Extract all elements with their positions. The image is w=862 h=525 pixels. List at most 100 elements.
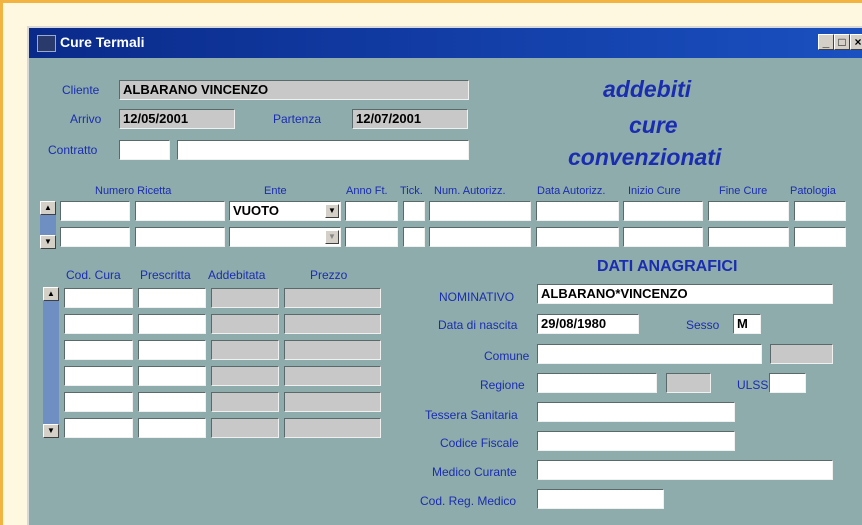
- chevron-down-icon[interactable]: ▼: [325, 204, 339, 218]
- comune-field[interactable]: [537, 344, 762, 364]
- contratto-code-field[interactable]: [119, 140, 170, 160]
- inizio-cure-field[interactable]: [623, 201, 703, 221]
- inizio-cure-field[interactable]: [623, 227, 703, 247]
- app-icon: [37, 35, 56, 52]
- ricetta-num-b[interactable]: [135, 227, 225, 247]
- prescritta-field[interactable]: [138, 366, 206, 386]
- scroll-up-icon[interactable]: ▲: [40, 201, 56, 215]
- num-autorizz-field[interactable]: [429, 201, 531, 221]
- col-cod-cura: Cod. Cura: [66, 268, 121, 282]
- ricette-scrollbar[interactable]: ▲ ▼: [40, 201, 56, 249]
- nominativo-field[interactable]: ALBARANO*VINCENZO: [537, 284, 833, 304]
- ulss-label: ULSS: [737, 378, 769, 392]
- cod-cura-field[interactable]: [64, 288, 133, 308]
- col-prescritta: Prescritta: [140, 268, 191, 282]
- tick-field[interactable]: [403, 227, 425, 247]
- ricetta-num-a[interactable]: [60, 201, 130, 221]
- prescritta-field[interactable]: [138, 340, 206, 360]
- chevron-down-icon[interactable]: ▼: [325, 230, 339, 244]
- fine-cure-field[interactable]: [708, 227, 789, 247]
- medico-curante-label: Medico Curante: [432, 465, 517, 479]
- prezzo-field[interactable]: [284, 392, 381, 412]
- anno-ft-field[interactable]: [345, 201, 398, 221]
- cliente-field[interactable]: ALBARANO VINCENZO: [119, 80, 469, 100]
- col-numero-ricetta: Numero Ricetta: [95, 185, 172, 197]
- data-nascita-label: Data di nascita: [438, 318, 518, 332]
- col-num-autorizz: Num. Autorizz.: [434, 185, 506, 197]
- cod-cura-field[interactable]: [64, 392, 133, 412]
- prescritta-field[interactable]: [138, 314, 206, 334]
- cod-reg-medico-label: Cod. Reg. Medico: [420, 494, 517, 508]
- cure-scrollbar[interactable]: ▲ ▼: [43, 287, 59, 438]
- tessera-label: Tessera Sanitaria: [425, 408, 518, 422]
- ricetta-num-a[interactable]: [60, 227, 130, 247]
- partenza-field[interactable]: 12/07/2001: [352, 109, 468, 129]
- regione-field[interactable]: [537, 373, 657, 393]
- col-data-autorizz: Data Autorizz.: [537, 185, 606, 197]
- banner-line-1: addebiti: [603, 76, 692, 102]
- col-patologia: Patologia: [790, 185, 836, 197]
- banner-line-3: convenzionati: [568, 144, 722, 170]
- data-autorizz-field[interactable]: [536, 227, 619, 247]
- addebitata-field[interactable]: [211, 366, 279, 386]
- regione-code-field[interactable]: [666, 373, 711, 393]
- comune-code-field[interactable]: [770, 344, 833, 364]
- col-fine-cure: Fine Cure: [719, 185, 768, 197]
- regione-label: Regione: [480, 378, 525, 392]
- anno-ft-field[interactable]: [345, 227, 398, 247]
- maximize-button[interactable]: □: [834, 34, 850, 50]
- addebitata-field[interactable]: [211, 314, 279, 334]
- addebitata-field[interactable]: [211, 392, 279, 412]
- addebitata-field[interactable]: [211, 418, 279, 438]
- prezzo-field[interactable]: [284, 340, 381, 360]
- prezzo-field[interactable]: [284, 314, 381, 334]
- col-anno-ft: Anno Ft.: [346, 185, 388, 197]
- scroll-up-icon[interactable]: ▲: [43, 287, 59, 301]
- cod-cura-field[interactable]: [64, 340, 133, 360]
- addebitata-field[interactable]: [211, 288, 279, 308]
- sesso-field[interactable]: M: [733, 314, 761, 334]
- partenza-label: Partenza: [273, 112, 322, 126]
- patologia-field[interactable]: [794, 227, 846, 247]
- patologia-field[interactable]: [794, 201, 846, 221]
- col-inizio-cure: Inizio Cure: [628, 185, 681, 197]
- cod-reg-medico-field[interactable]: [537, 489, 664, 509]
- col-addebitata: Addebitata: [208, 268, 266, 282]
- prescritta-field[interactable]: [138, 392, 206, 412]
- col-ente: Ente: [264, 185, 287, 197]
- contratto-label: Contratto: [48, 143, 98, 157]
- sesso-label: Sesso: [686, 318, 720, 332]
- title-bar[interactable]: Cure Termali _ □ ×: [29, 28, 862, 58]
- prescritta-field[interactable]: [138, 418, 206, 438]
- ricetta-num-b[interactable]: [135, 201, 225, 221]
- tick-field[interactable]: [403, 201, 425, 221]
- prescritta-field[interactable]: [138, 288, 206, 308]
- scroll-down-icon[interactable]: ▼: [40, 235, 56, 249]
- num-autorizz-field[interactable]: [429, 227, 531, 247]
- col-prezzo: Prezzo: [310, 268, 348, 282]
- cliente-label: Cliente: [62, 83, 100, 97]
- addebitata-field[interactable]: [211, 340, 279, 360]
- cod-cura-field[interactable]: [64, 314, 133, 334]
- minimize-button[interactable]: _: [818, 34, 834, 50]
- arrivo-label: Arrivo: [70, 112, 102, 126]
- codice-fiscale-field[interactable]: [537, 431, 735, 451]
- prezzo-field[interactable]: [284, 366, 381, 386]
- tessera-field[interactable]: [537, 402, 735, 422]
- close-button[interactable]: ×: [850, 34, 862, 50]
- nominativo-label: NOMINATIVO: [439, 290, 515, 304]
- banner-line-2: cure: [629, 112, 678, 138]
- cod-cura-field[interactable]: [64, 418, 133, 438]
- fine-cure-field[interactable]: [708, 201, 789, 221]
- scroll-down-icon[interactable]: ▼: [43, 424, 59, 438]
- data-autorizz-field[interactable]: [536, 201, 619, 221]
- col-tick: Tick.: [400, 185, 423, 197]
- prezzo-field[interactable]: [284, 418, 381, 438]
- cod-cura-field[interactable]: [64, 366, 133, 386]
- prezzo-field[interactable]: [284, 288, 381, 308]
- data-nascita-field[interactable]: 29/08/1980: [537, 314, 639, 334]
- medico-curante-field[interactable]: [537, 460, 833, 480]
- contratto-desc-field[interactable]: [177, 140, 469, 160]
- arrivo-field[interactable]: 12/05/2001: [119, 109, 235, 129]
- ulss-field[interactable]: [769, 373, 806, 393]
